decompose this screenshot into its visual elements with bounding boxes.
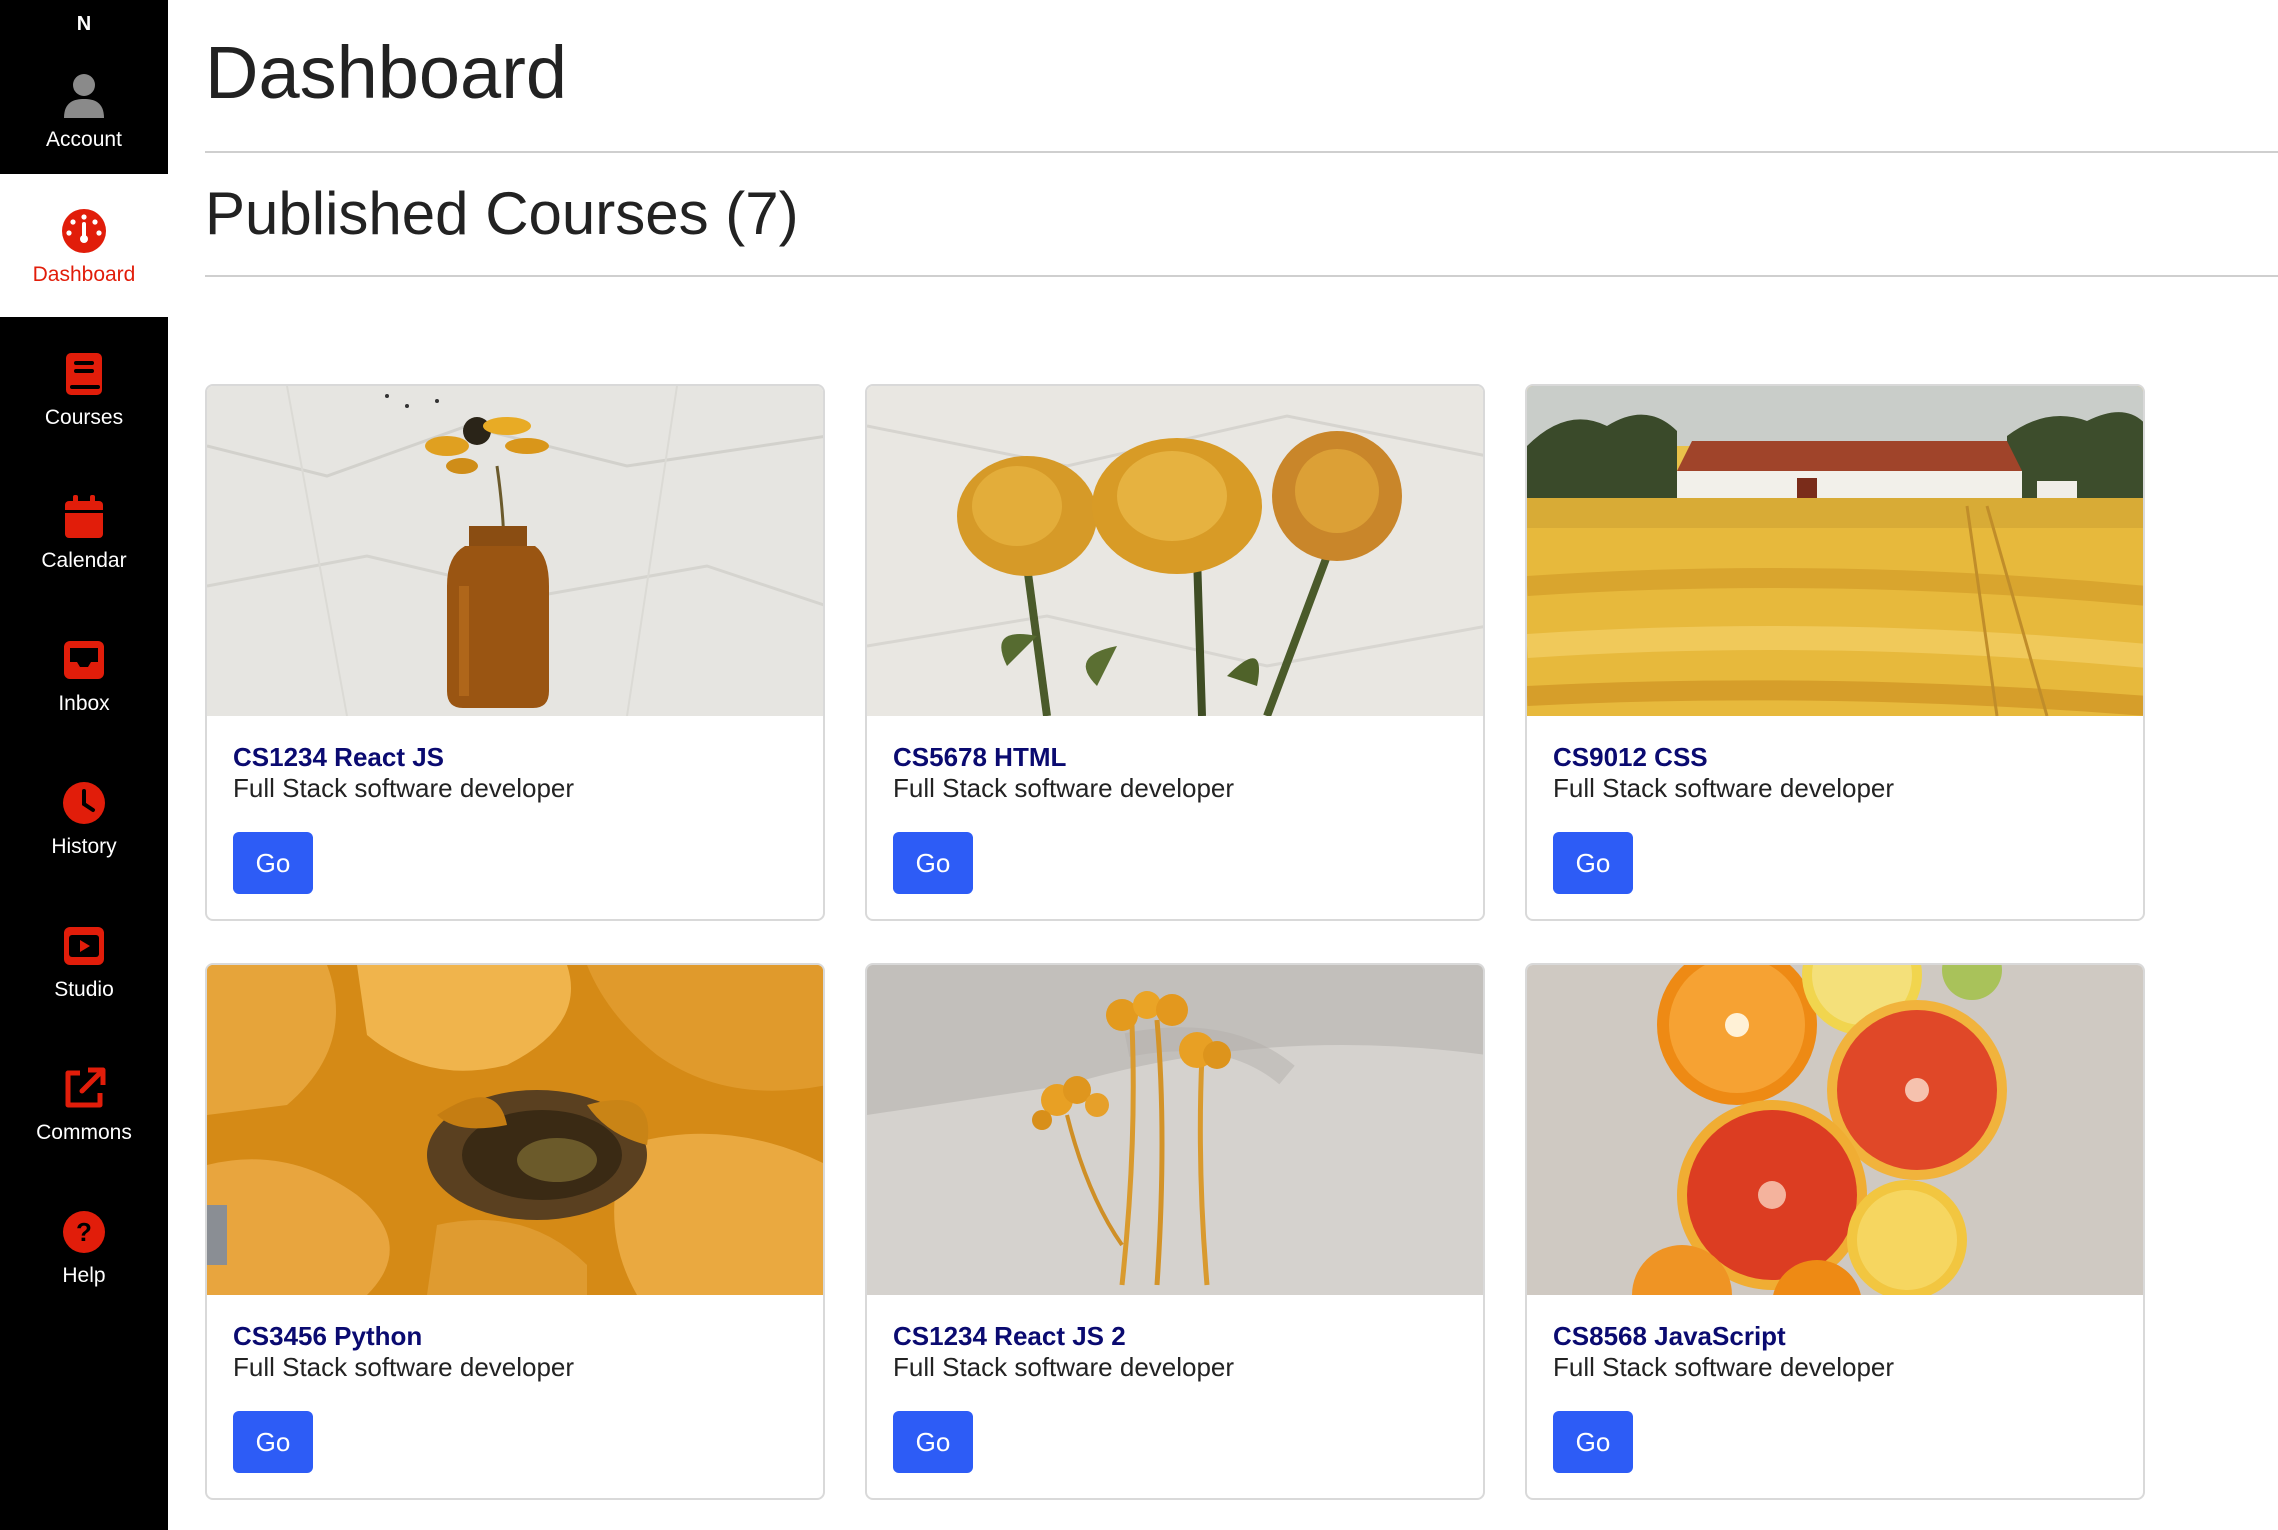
sidebar-item-label: Courses [44,405,124,429]
go-button[interactable]: Go [893,1411,973,1474]
course-title[interactable]: CS8568 JavaScript [1553,1321,2117,1352]
go-button[interactable]: Go [1553,832,1633,895]
course-title[interactable]: CS1234 React JS 2 [893,1321,1457,1352]
go-button[interactable]: Go [233,832,313,895]
divider [205,151,2278,153]
book-icon [58,348,110,400]
dashboard-gauge-icon [58,205,110,257]
sidebar-item-commons[interactable]: Commons [0,1032,168,1175]
course-title[interactable]: CS1234 React JS [233,742,797,773]
sidebar-item-label: History [51,834,117,858]
help-icon: ? [58,1206,110,1258]
course-card: CS5678 HTML Full Stack software develope… [865,384,1485,921]
clock-icon [58,777,110,829]
sidebar-item-label: Studio [54,977,114,1001]
course-image[interactable] [207,386,823,716]
page-title: Dashboard [205,31,568,114]
sidebar-item-courses[interactable]: Courses [0,317,168,460]
sidebar-item-calendar[interactable]: Calendar [0,460,168,603]
course-image[interactable] [867,965,1483,1295]
external-link-icon [58,1063,110,1115]
user-icon [58,70,110,122]
sidebar-item-label: Inbox [58,691,110,715]
sidebar-item-label: Account [46,128,122,152]
play-screen-icon [58,920,110,972]
course-title[interactable]: CS5678 HTML [893,742,1457,773]
sidebar: N Account Dashboard Courses Calendar Inb… [0,0,168,1530]
calendar-icon [58,491,110,543]
course-image[interactable] [207,965,823,1295]
inbox-icon [58,634,110,686]
section-title: Published Courses (7) [205,180,799,247]
course-subtitle: Full Stack software developer [893,1352,1235,1383]
course-card: CS1234 React JS 2 Full Stack software de… [865,963,1485,1500]
course-grid: CS1234 React JS Full Stack software deve… [205,384,2145,1500]
sidebar-item-dashboard[interactable]: Dashboard [0,174,168,317]
go-button[interactable]: Go [1553,1411,1633,1474]
sidebar-item-label: Calendar [41,548,127,572]
divider [205,275,2278,277]
course-image[interactable] [1527,386,2143,716]
course-card: CS9012 CSS Full Stack software developer… [1525,384,2145,921]
sidebar-item-studio[interactable]: Studio [0,889,168,1032]
course-subtitle: Full Stack software developer [1553,1352,1895,1383]
course-image[interactable] [867,386,1483,716]
sidebar-item-label: Commons [36,1120,132,1144]
course-title[interactable]: CS3456 Python [233,1321,797,1352]
sidebar-item-inbox[interactable]: Inbox [0,603,168,746]
go-button[interactable]: Go [893,832,973,895]
svg-text:?: ? [76,1217,92,1247]
course-card: CS3456 Python Full Stack software develo… [205,963,825,1500]
course-subtitle: Full Stack software developer [233,773,575,804]
course-image[interactable] [1527,965,2143,1295]
course-subtitle: Full Stack software developer [233,1352,575,1383]
sidebar-item-label: Dashboard [32,262,136,286]
sidebar-item-label: Help [62,1263,106,1287]
go-button[interactable]: Go [233,1411,313,1474]
sidebar-item-help[interactable]: ? Help [0,1175,168,1318]
course-subtitle: Full Stack software developer [893,773,1235,804]
sidebar-item-history[interactable]: History [0,746,168,889]
course-subtitle: Full Stack software developer [1553,773,1895,804]
course-title[interactable]: CS9012 CSS [1553,742,2117,773]
course-card: CS8568 JavaScript Full Stack software de… [1525,963,2145,1500]
course-card: CS1234 React JS Full Stack software deve… [205,384,825,921]
